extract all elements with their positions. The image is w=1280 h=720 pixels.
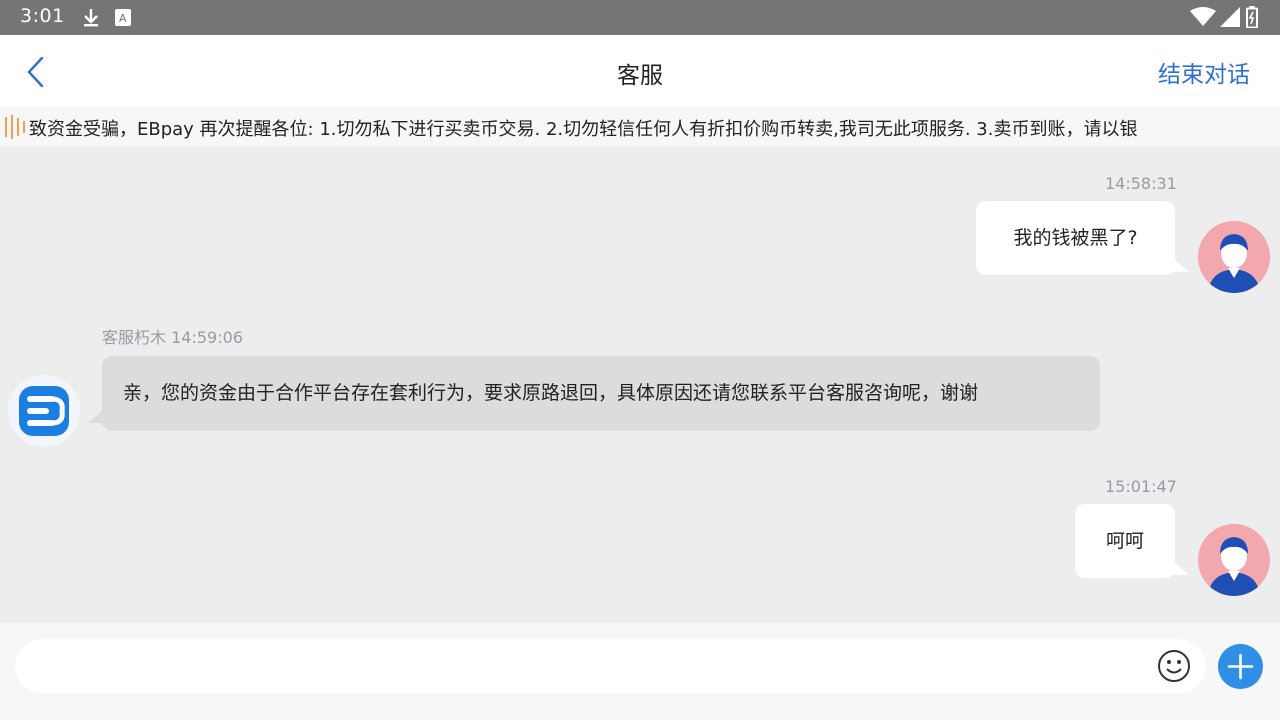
agent-avatar[interactable]	[8, 375, 80, 447]
chat-area[interactable]: 14:58:31 我的钱被黑了? 客服朽木 14:59:06 亲，您的资金由于合…	[0, 147, 1280, 623]
message-bubble-outgoing[interactable]: 我的钱被黑了?	[976, 201, 1175, 275]
message-bubble-outgoing[interactable]: 呵呵	[1075, 504, 1175, 578]
message-input[interactable]	[15, 639, 1206, 693]
sender-name: 客服朽木	[102, 328, 167, 347]
emoji-icon[interactable]	[1157, 649, 1191, 683]
message-timestamp: 14:59:06	[171, 328, 243, 347]
status-bar: 3:01 A	[0, 0, 1280, 35]
announcement-text: 致资金受骗，EBpay 再次提醒各位: 1.切勿私下进行买卖币交易. 2.切勿轻…	[29, 119, 1138, 140]
announcement-marquee: 致资金受骗，EBpay 再次提醒各位: 1.切勿私下进行买卖币交易. 2.切勿轻…	[0, 107, 1280, 147]
add-button[interactable]	[1218, 644, 1263, 689]
page-title: 客服	[617, 63, 663, 89]
plus-icon	[1227, 653, 1254, 680]
message-text: 呵呵	[1105, 530, 1144, 552]
signal-icon	[1220, 7, 1240, 27]
status-time: 3:01	[20, 5, 65, 27]
user-avatar[interactable]	[1198, 221, 1270, 293]
announcement-icon	[5, 115, 25, 139]
message-text: 我的钱被黑了?	[1013, 227, 1138, 249]
message-bubble-incoming[interactable]: 亲，您的资金由于合作平台存在套利行为，要求原路退回，具体原因还请您联系平台客服咨…	[102, 356, 1100, 431]
user-avatar[interactable]	[1198, 524, 1270, 596]
keyboard-indicator-icon: A	[115, 9, 131, 26]
user-avatar-icon	[1198, 524, 1270, 596]
user-avatar-icon	[1198, 221, 1270, 293]
input-bar	[0, 623, 1280, 720]
wifi-icon	[1190, 7, 1216, 26]
message-timestamp: 15:01:47	[1105, 477, 1177, 496]
message-sender-line: 客服朽木 14:59:06	[102, 324, 243, 348]
app-header: 客服 结束对话	[0, 35, 1280, 107]
message-text: 亲，您的资金由于合作平台存在套利行为，要求原路退回，具体原因还请您联系平台客服咨…	[123, 382, 979, 404]
svg-text:A: A	[119, 12, 127, 25]
ebpay-logo-icon	[8, 375, 80, 447]
message-timestamp: 14:58:31	[1105, 174, 1177, 193]
battery-icon	[1246, 6, 1258, 28]
download-icon	[84, 9, 98, 27]
end-chat-button[interactable]: 结束对话	[1158, 55, 1250, 89]
